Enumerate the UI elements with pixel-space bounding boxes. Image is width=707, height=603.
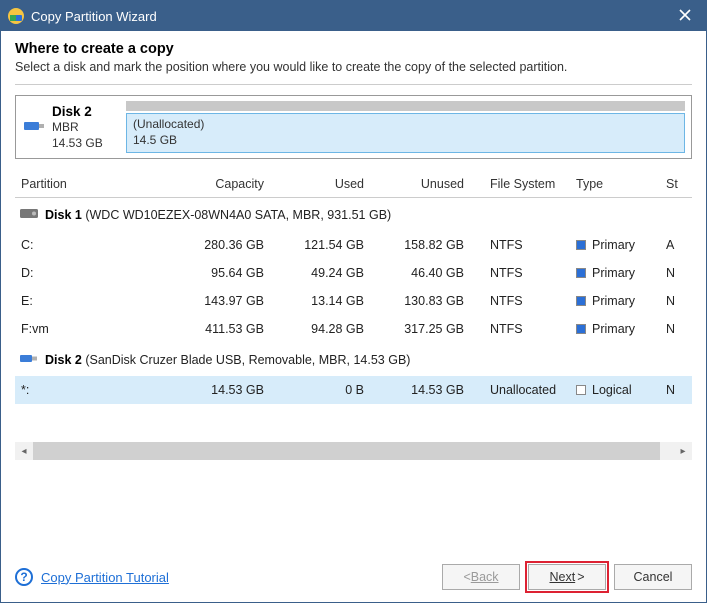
horizontal-scrollbar[interactable]: ◂ ▸ [15,442,692,460]
disk-preview: Disk 2 MBR 14.53 GB (Unallocated) 14.5 G… [15,95,692,159]
col-unused[interactable]: Unused [370,177,470,191]
help-link-text[interactable]: Copy Partition Tutorial [41,570,169,585]
table-row[interactable]: *:14.53 GB0 B14.53 GBUnallocatedLogicalN [15,376,692,404]
disk-map[interactable]: (Unallocated) 14.5 GB [124,96,691,158]
scroll-left-button[interactable]: ◂ [15,442,33,460]
disk1-group-icon [19,206,39,223]
help-icon: ? [15,568,33,586]
segment-size: 14.5 GB [133,133,177,147]
footer: ? Copy Partition Tutorial < Back Next > … [1,551,706,602]
col-status[interactable]: St [660,177,680,191]
cancel-button[interactable]: Cancel [614,564,692,590]
back-button[interactable]: < Back [442,564,520,590]
usb-drive-icon [22,113,46,142]
disk-map-bar [126,101,685,111]
disk-preview-scheme: MBR [52,120,79,134]
next-button[interactable]: Next > [528,564,606,590]
help-link[interactable]: ? Copy Partition Tutorial [15,568,169,586]
table-row[interactable]: D:95.64 GB49.24 GB46.40 GBNTFSPrimaryN [15,259,692,287]
window-title: Copy Partition Wizard [31,9,670,24]
scroll-thumb[interactable] [33,442,660,460]
partition-table: Partition Capacity Used Unused File Syst… [15,171,692,551]
app-icon [7,7,25,25]
segment-label: (Unallocated) [133,117,204,131]
disk2-group[interactable]: Disk 2 (SanDisk Cruzer Blade USB, Remova… [15,343,692,376]
col-type[interactable]: Type [570,177,660,191]
page-subheading: Select a disk and mark the position wher… [15,60,692,74]
wizard-window: Copy Partition Wizard Where to create a … [0,0,707,603]
table-row[interactable]: C:280.36 GB121.54 GB158.82 GBNTFSPrimary… [15,231,692,259]
table-header: Partition Capacity Used Unused File Syst… [15,171,692,198]
page-heading: Where to create a copy [15,41,692,57]
col-partition[interactable]: Partition [15,177,160,191]
disk1-group[interactable]: Disk 1 (WDC WD10EZEX-08WN4A0 SATA, MBR, … [15,198,692,231]
disk-preview-info: Disk 2 MBR 14.53 GB [16,96,124,158]
scroll-right-button[interactable]: ▸ [674,442,692,460]
disk-preview-size: 14.53 GB [52,136,103,150]
table-row[interactable]: F:vm411.53 GB94.28 GB317.25 GBNTFSPrimar… [15,315,692,343]
disk-preview-name: Disk 2 [52,104,92,119]
divider [15,84,692,85]
close-button[interactable] [670,8,700,25]
col-filesystem[interactable]: File System [470,177,570,191]
disk-map-segment[interactable]: (Unallocated) 14.5 GB [126,113,685,152]
scroll-track[interactable] [33,442,674,460]
table-row[interactable]: E:143.97 GB13.14 GB130.83 GBNTFSPrimaryN [15,287,692,315]
disk2-group-icon [19,351,39,368]
titlebar: Copy Partition Wizard [1,1,706,31]
col-capacity[interactable]: Capacity [160,177,270,191]
col-used[interactable]: Used [270,177,370,191]
